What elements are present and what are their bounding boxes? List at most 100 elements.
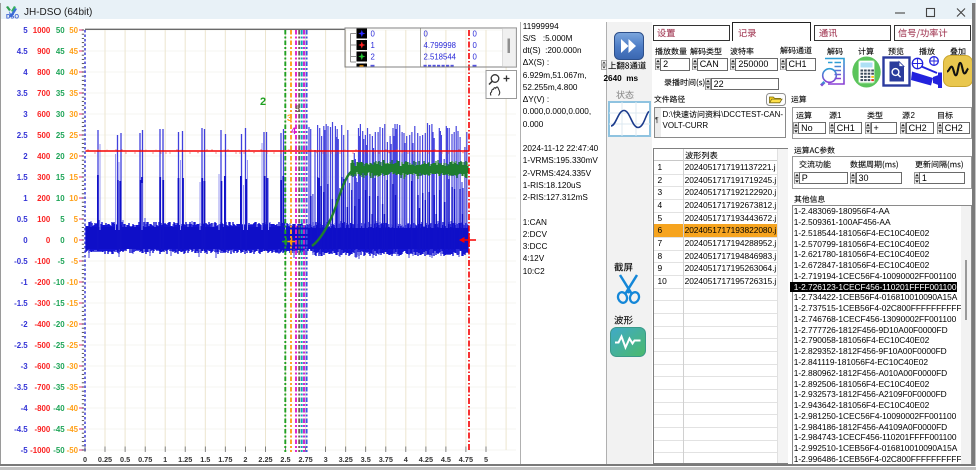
svg-text:0.5: 0.5: [17, 215, 29, 224]
svg-text:0: 0: [60, 236, 65, 245]
svg-text:2: 2: [243, 455, 247, 464]
svg-text:40: 40: [69, 68, 78, 77]
svg-text:4.5: 4.5: [17, 47, 29, 56]
svg-text:5: 5: [295, 104, 300, 114]
svg-text:0: 0: [74, 236, 79, 245]
svg-text:3: 3: [324, 455, 328, 464]
svg-text:-5: -5: [21, 446, 29, 455]
svg-text:1: 1: [371, 41, 375, 50]
svg-text:-1: -1: [21, 278, 29, 287]
svg-text:800: 800: [37, 68, 51, 77]
svg-text:0.25: 0.25: [98, 455, 112, 464]
svg-text:-45: -45: [53, 425, 65, 434]
svg-text:20: 20: [69, 152, 78, 161]
svg-text:30: 30: [69, 110, 78, 119]
svg-text:1: 1: [163, 455, 167, 464]
svg-text:-400: -400: [35, 320, 51, 329]
svg-text:-600: -600: [35, 362, 51, 371]
svg-text:10: 10: [69, 194, 78, 203]
svg-text:-40: -40: [67, 404, 79, 413]
svg-text:-10: -10: [67, 278, 79, 287]
svg-text:4.5: 4.5: [441, 455, 451, 464]
svg-text:35: 35: [69, 89, 78, 98]
svg-text:600: 600: [37, 110, 51, 119]
svg-text:900: 900: [37, 47, 51, 56]
svg-text:5: 5: [60, 215, 65, 224]
svg-text:-3: -3: [21, 362, 29, 371]
svg-text:500: 500: [37, 131, 51, 140]
svg-text:-500: -500: [35, 341, 51, 350]
svg-text:-700: -700: [35, 383, 51, 392]
svg-text:-300: -300: [35, 299, 51, 308]
svg-text:-4.5: -4.5: [14, 425, 28, 434]
svg-text:0.75: 0.75: [138, 455, 152, 464]
svg-text:2.75: 2.75: [298, 455, 312, 464]
svg-text:-30: -30: [53, 362, 65, 371]
svg-text:2.25: 2.25: [258, 455, 272, 464]
svg-text:-900: -900: [35, 425, 51, 434]
svg-text:-30: -30: [67, 362, 79, 371]
svg-text:-800: -800: [35, 404, 51, 413]
svg-text:15: 15: [69, 173, 78, 182]
svg-text:-15: -15: [67, 299, 79, 308]
svg-text:-35: -35: [67, 383, 79, 392]
svg-text:200: 200: [37, 194, 51, 203]
svg-text:1.5: 1.5: [17, 173, 29, 182]
svg-text:-1000: -1000: [30, 446, 51, 455]
svg-text:-100: -100: [35, 257, 51, 266]
svg-text:-15: -15: [53, 299, 65, 308]
svg-text:300: 300: [37, 173, 51, 182]
svg-text:50: 50: [56, 26, 65, 35]
svg-text:-4: -4: [21, 404, 29, 413]
svg-text:2: 2: [371, 53, 375, 62]
svg-text:-10: -10: [53, 278, 65, 287]
svg-text:5: 5: [74, 215, 79, 224]
svg-text:30: 30: [56, 110, 65, 119]
svg-text:15: 15: [56, 173, 65, 182]
svg-text:4.799998: 4.799998: [424, 41, 457, 50]
svg-text:-5: -5: [58, 257, 66, 266]
svg-text:1000: 1000: [33, 26, 51, 35]
svg-text:-5: -5: [71, 257, 79, 266]
svg-text:-1.5: -1.5: [14, 299, 28, 308]
svg-text:-0.5: -0.5: [14, 257, 28, 266]
svg-text:3: 3: [23, 110, 28, 119]
svg-text:2: 2: [23, 152, 28, 161]
svg-text:-50: -50: [53, 446, 65, 455]
svg-text:400: 400: [37, 152, 51, 161]
svg-text:-3.5: -3.5: [14, 383, 28, 392]
svg-text:1.25: 1.25: [178, 455, 192, 464]
svg-text:25: 25: [69, 131, 78, 140]
svg-text:0: 0: [46, 236, 51, 245]
svg-text:-45: -45: [67, 425, 79, 434]
svg-text:2.518544: 2.518544: [424, 53, 457, 62]
svg-text:4: 4: [291, 126, 296, 136]
svg-text:10: 10: [56, 194, 65, 203]
svg-text:45: 45: [69, 47, 78, 56]
svg-text:-35: -35: [53, 383, 65, 392]
svg-text:3.25: 3.25: [339, 455, 353, 464]
svg-text:0.5: 0.5: [120, 455, 130, 464]
svg-text:25: 25: [56, 131, 65, 140]
svg-text:3.5: 3.5: [361, 455, 371, 464]
svg-text:-2: -2: [21, 320, 29, 329]
svg-text:5: 5: [23, 26, 28, 35]
svg-text:20: 20: [56, 152, 65, 161]
svg-text:0: 0: [473, 30, 478, 39]
svg-text:45: 45: [56, 47, 65, 56]
svg-text:700: 700: [37, 89, 51, 98]
svg-text:0: 0: [83, 455, 87, 464]
svg-text:1.5: 1.5: [200, 455, 210, 464]
svg-text:100: 100: [37, 215, 51, 224]
svg-text:40: 40: [56, 68, 65, 77]
svg-text:4.75: 4.75: [459, 455, 473, 464]
svg-text:0: 0: [424, 30, 429, 39]
svg-text:2.5: 2.5: [17, 131, 29, 140]
svg-text:-20: -20: [53, 320, 65, 329]
svg-text:0: 0: [473, 53, 478, 62]
svg-text:3.75: 3.75: [379, 455, 393, 464]
svg-text:2: 2: [260, 96, 266, 108]
svg-text:-25: -25: [67, 341, 79, 350]
svg-text:-200: -200: [35, 278, 51, 287]
svg-text:-50: -50: [67, 446, 79, 455]
